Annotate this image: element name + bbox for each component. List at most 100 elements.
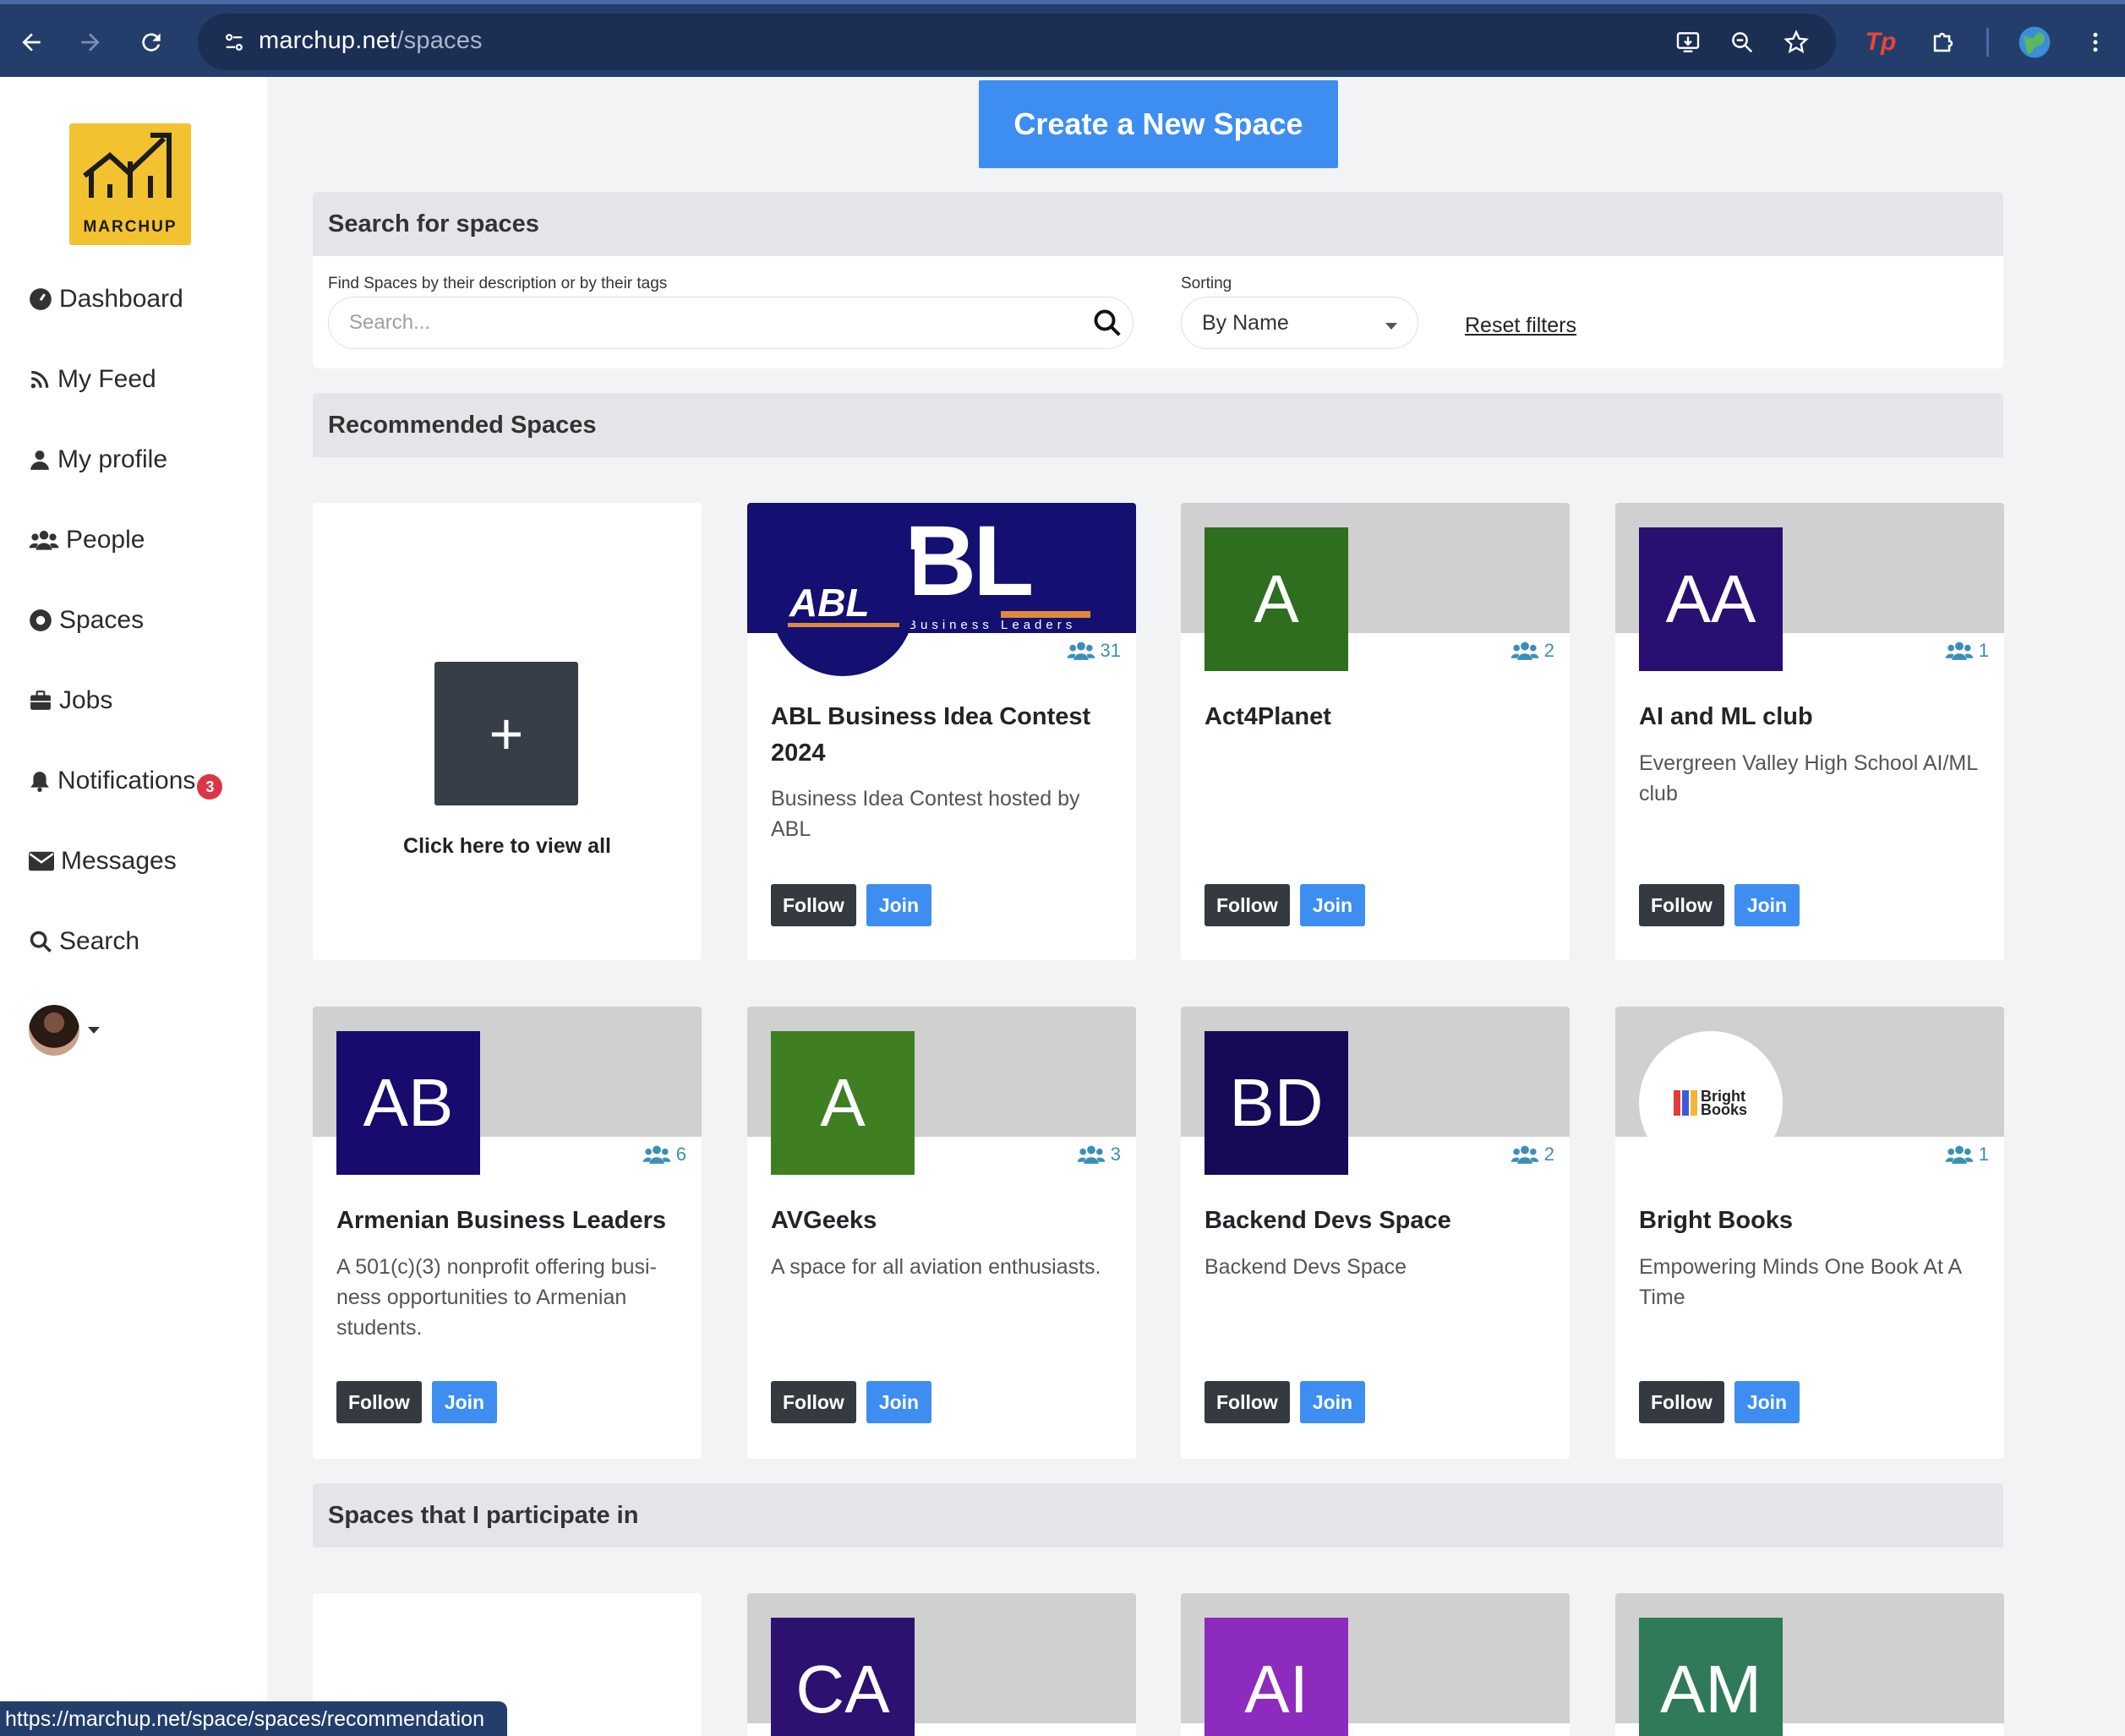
bookmark-star-icon[interactable]: [1775, 21, 1817, 63]
space-avatar: BD: [1205, 1031, 1348, 1175]
space-avatar: AA: [1639, 527, 1783, 671]
space-description: Evergreen Valley High School AI/ML club: [1639, 751, 1978, 805]
search-label: Find Spaces by their description or by t…: [328, 275, 668, 292]
join-button[interactable]: Join: [866, 884, 932, 926]
install-app-icon[interactable]: [1667, 21, 1709, 63]
sidebar-item-label: Spaces: [59, 606, 145, 634]
chevron-down-icon[interactable]: [88, 1027, 100, 1034]
join-button[interactable]: Join: [1299, 1381, 1366, 1423]
reload-icon: [142, 33, 161, 52]
site-settings-icon[interactable]: [213, 21, 255, 63]
create-new-space-button[interactable]: Create a New Space: [979, 80, 1338, 168]
member-count: 31: [1067, 638, 1121, 663]
follow-button[interactable]: Follow: [1205, 1381, 1290, 1423]
space-card[interactable]: AB 6 Armenian Business Leaders A 501(c)(…: [313, 1007, 702, 1459]
browser-menu-icon[interactable]: [2066, 13, 2125, 72]
recommended-section-header: Recommended Spaces: [313, 393, 2003, 457]
space-card[interactable]: AA 1 AI and ML club Evergreen Valley Hig…: [1615, 503, 2004, 960]
sidebar-item-label: Messages: [61, 847, 177, 875]
address-bar[interactable]: marchup.net/spaces: [198, 14, 1836, 70]
join-button[interactable]: Join: [1299, 884, 1366, 926]
space-card[interactable]: A 2 Act4Planet Follow Join: [1181, 503, 1570, 960]
forward-button[interactable]: [61, 13, 120, 72]
user-icon: [30, 450, 49, 470]
people-icon: [1067, 641, 1095, 660]
sidebar-item-notifications[interactable]: Notifications 3: [29, 760, 223, 802]
space-description: Empowering Minds One Book At A Time: [1639, 1255, 1961, 1309]
space-card[interactable]: BD 2 Backend Devs Space Backend Devs Spa…: [1181, 1007, 1570, 1459]
abl-banner-sub: Business Leaders: [908, 618, 1077, 632]
space-description: A 501(c)(3) nonprofit offering busi-ness…: [336, 1255, 657, 1340]
extensions-puzzle-icon[interactable]: [1914, 13, 1973, 72]
follow-button[interactable]: Follow: [1205, 884, 1290, 926]
space-card[interactable]: BL Business Leaders ABL 31 ABL Business …: [747, 503, 1136, 960]
space-title[interactable]: Bright Books: [1639, 1203, 1986, 1239]
space-title[interactable]: ABL Business Idea Contest 2024: [771, 699, 1117, 772]
profile-globe-icon[interactable]: [2005, 13, 2064, 72]
marchup-logo[interactable]: MARCHUP: [69, 123, 191, 245]
follow-button[interactable]: Follow: [771, 884, 856, 926]
sidebar-item-people[interactable]: People: [29, 519, 145, 561]
space-card[interactable]: A 3 AVGeeks A space for all aviation ent…: [747, 1007, 1136, 1459]
sidebar-item-my-profile[interactable]: My profile: [29, 439, 167, 481]
space-title[interactable]: AI and ML club: [1639, 699, 1986, 735]
view-all-card[interactable]: + Click here to view all: [313, 503, 702, 960]
sidebar: MARCHUP Dashboard My Feed My profile Peo…: [0, 77, 267, 1736]
people-icon: [1945, 641, 1974, 660]
url-text: marchup.net/spaces: [259, 27, 483, 54]
sidebar-item-messages[interactable]: Messages: [29, 840, 177, 882]
space-avatar: CA: [771, 1618, 915, 1736]
join-button[interactable]: Join: [431, 1381, 498, 1423]
sidebar-item-label: People: [66, 526, 145, 554]
follow-button[interactable]: Follow: [1639, 1381, 1724, 1423]
member-count: 1: [1945, 638, 1989, 663]
follow-button[interactable]: Follow: [1639, 884, 1724, 926]
zoom-icon[interactable]: [1721, 21, 1763, 63]
sidebar-item-dashboard[interactable]: Dashboard: [29, 278, 183, 320]
search-input[interactable]: Search...: [328, 297, 1134, 349]
sidebar-item-spaces[interactable]: Spaces: [29, 599, 144, 641]
space-card[interactable]: AM: [1615, 1593, 2004, 1736]
chevron-down-icon: [1385, 323, 1397, 330]
join-button[interactable]: Join: [1734, 1381, 1800, 1423]
follow-button[interactable]: Follow: [771, 1381, 856, 1423]
search-section-header: Search for spaces: [313, 192, 2003, 256]
follow-button[interactable]: Follow: [336, 1381, 422, 1423]
sidebar-item-my-feed[interactable]: My Feed: [29, 358, 156, 401]
sidebar-item-label: Dashboard: [59, 285, 183, 313]
plus-icon[interactable]: +: [434, 662, 578, 805]
join-button[interactable]: Join: [1734, 884, 1800, 926]
extension-tp-icon[interactable]: Tp: [1851, 13, 1910, 72]
abl-logo: ABL: [771, 549, 915, 676]
reload-button[interactable]: [122, 13, 181, 72]
space-title[interactable]: Backend Devs Space: [1205, 1203, 1551, 1239]
space-title[interactable]: Act4Planet: [1205, 699, 1551, 735]
space-card[interactable]: AI: [1181, 1593, 1570, 1736]
back-button[interactable]: [2, 13, 61, 72]
member-count: 6: [642, 1142, 686, 1167]
avatar[interactable]: [29, 1005, 79, 1056]
space-avatar: AB: [336, 1031, 480, 1175]
sidebar-item-jobs[interactable]: Jobs: [29, 680, 112, 722]
join-button[interactable]: Join: [866, 1381, 932, 1423]
sidebar-item-search[interactable]: Search: [29, 920, 139, 963]
space-title[interactable]: AVGeeks: [771, 1203, 1117, 1239]
reset-filters-link[interactable]: Reset filters: [1465, 314, 1576, 338]
space-card[interactable]: CA: [747, 1593, 1136, 1736]
space-title[interactable]: Armenian Business Leaders: [336, 1203, 683, 1239]
back-arrow-icon: [22, 33, 41, 52]
space-card[interactable]: Bright Books 1 Bright Books Empowering M…: [1615, 1007, 2004, 1459]
member-count: 3: [1077, 1142, 1121, 1167]
abl-logo-text: ABL: [789, 581, 870, 625]
space-avatar: A: [771, 1031, 915, 1175]
search-icon[interactable]: [1092, 308, 1123, 342]
sorting-select[interactable]: By Name: [1181, 297, 1418, 349]
member-count: 2: [1510, 1142, 1554, 1167]
browser-toolbar: marchup.net/spaces Tp: [0, 0, 2125, 77]
chart-growth-icon: [83, 133, 172, 198]
search-icon: [30, 931, 52, 953]
bright-books-logo: Bright Books: [1639, 1031, 1783, 1175]
search-panel: Find Spaces by their description or by t…: [313, 256, 2003, 368]
space-avatar: AM: [1639, 1618, 1783, 1736]
participate-section-header: Spaces that I participate in: [313, 1483, 2003, 1548]
